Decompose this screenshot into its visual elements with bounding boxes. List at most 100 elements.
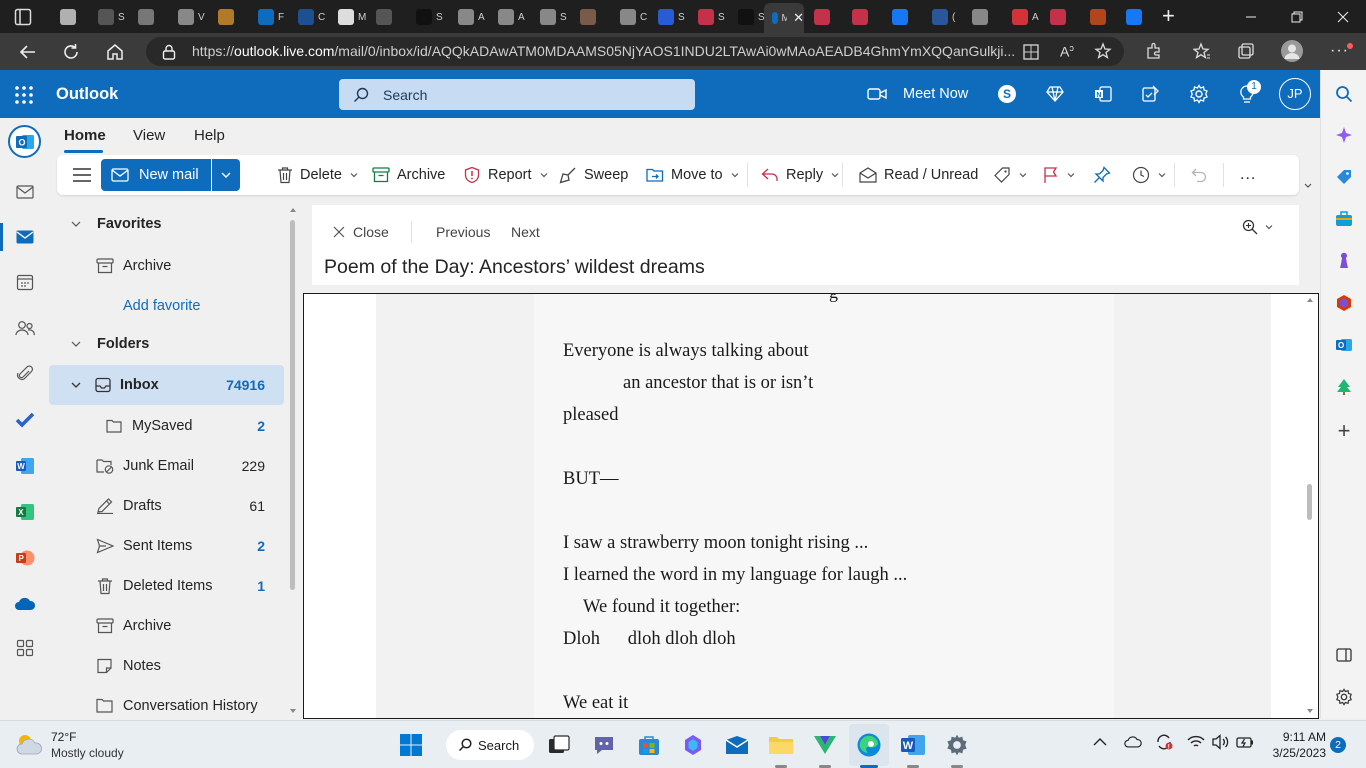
favorites-icon[interactable] <box>1193 42 1211 60</box>
browser-tab[interactable]: C <box>290 4 330 30</box>
new-mail-button[interactable]: New mail <box>101 159 211 191</box>
browser-tab[interactable]: A <box>490 4 530 30</box>
weather-temp[interactable]: 72°F <box>51 730 76 744</box>
mail-icon[interactable] <box>13 225 37 249</box>
tab-view[interactable]: View <box>133 127 165 144</box>
my-day-icon[interactable] <box>1141 85 1159 103</box>
close-window-icon[interactable] <box>1320 0 1366 33</box>
scroll-down-arrow[interactable] <box>289 708 297 714</box>
folder-sent-items[interactable]: Sent Items 2 <box>49 526 284 566</box>
browser-tab[interactable] <box>210 4 250 30</box>
outlook-app-icon[interactable]: O <box>8 125 41 158</box>
task-view-icon[interactable] <box>545 731 573 759</box>
app-available-icon[interactable] <box>1022 43 1040 61</box>
weather-cloud-icon[interactable] <box>14 731 44 757</box>
profile-avatar-icon[interactable] <box>1281 40 1303 62</box>
add-sidebar-app-icon[interactable]: + <box>1333 418 1355 443</box>
word-app-icon[interactable]: W <box>13 454 37 478</box>
hamburger-menu-icon[interactable] <box>73 167 91 183</box>
folder-scrollbar-thumb[interactable] <box>290 220 295 590</box>
start-windows-icon[interactable] <box>397 731 425 759</box>
browser-tab[interactable] <box>1118 4 1158 30</box>
collections-icon[interactable] <box>1237 42 1255 60</box>
copilot-sparkle-icon[interactable] <box>1333 124 1355 146</box>
sidebar-layout-icon[interactable] <box>1333 644 1355 666</box>
sync-alert-icon[interactable]: ! <box>1155 733 1173 751</box>
vpn-app-icon[interactable] <box>811 731 839 759</box>
tab-actions-icon[interactable] <box>14 8 32 26</box>
read-aloud-icon[interactable]: Aↄ <box>1060 43 1074 60</box>
restore-icon[interactable] <box>1274 0 1320 33</box>
browser-tab[interactable]: ( <box>924 4 964 30</box>
weather-desc[interactable]: Mostly cloudy <box>51 746 124 760</box>
browser-tab-active[interactable]: M ✕ <box>764 3 804 33</box>
refresh-icon[interactable] <box>56 37 86 67</box>
body-scrollbar-thumb[interactable] <box>1307 484 1312 520</box>
read-unread-button[interactable]: Read / Unread <box>859 155 978 195</box>
close-button[interactable]: Close <box>333 224 389 240</box>
browser-tab[interactable]: A <box>1004 4 1044 30</box>
report-button[interactable]: Report <box>463 155 549 195</box>
tab-home[interactable]: Home <box>64 127 106 144</box>
browser-tab[interactable] <box>806 4 846 30</box>
next-button[interactable]: Next <box>511 224 540 240</box>
close-tab-icon[interactable]: ✕ <box>793 10 804 26</box>
tab-help[interactable]: Help <box>194 127 225 144</box>
clock-time[interactable]: 9:11 AM <box>1264 730 1326 744</box>
word-taskbar-icon[interactable]: W <box>899 731 927 759</box>
extensions-icon[interactable] <box>1145 42 1163 60</box>
settings-taskbar-icon[interactable] <box>943 731 971 759</box>
meet-now-button[interactable]: Meet Now <box>903 86 968 102</box>
todo-check-icon[interactable] <box>13 408 37 432</box>
browser-tab[interactable] <box>1082 4 1122 30</box>
notification-badge[interactable]: 2 <box>1330 737 1346 753</box>
outlook-brand[interactable]: Outlook <box>56 85 118 104</box>
folder-notes[interactable]: Notes <box>49 646 284 686</box>
microsoft-365-icon[interactable] <box>1333 292 1355 314</box>
folders-header[interactable]: Folders <box>49 324 284 364</box>
browser-tab[interactable]: S <box>532 4 572 30</box>
app-launcher-icon[interactable] <box>15 86 33 104</box>
sidebar-settings-icon[interactable] <box>1333 686 1355 708</box>
skype-icon[interactable]: S <box>998 85 1016 103</box>
excel-app-icon[interactable]: X <box>13 500 37 524</box>
undo-button[interactable] <box>1191 155 1207 195</box>
folder-conversation-history[interactable]: Conversation History <box>49 686 284 718</box>
people-icon[interactable] <box>13 316 37 340</box>
sidebar-outlook-icon[interactable]: O <box>1333 334 1355 356</box>
show-hidden-icons[interactable] <box>1093 737 1107 747</box>
body-scroll-up-arrow[interactable] <box>1306 297 1314 303</box>
lock-icon[interactable] <box>162 44 176 60</box>
browser-tab[interactable]: S <box>650 4 690 30</box>
more-apps-icon[interactable] <box>13 636 37 660</box>
browser-tab[interactable] <box>964 4 1004 30</box>
onedrive-icon[interactable] <box>13 592 37 616</box>
browser-tab[interactable]: V <box>170 4 210 30</box>
url-field[interactable]: https://outlook.live.com/mail/0/inbox/id… <box>146 37 1124 66</box>
minimize-icon[interactable] <box>1228 0 1274 33</box>
new-mail-dropdown[interactable] <box>212 159 240 191</box>
mail-app-icon[interactable] <box>723 731 751 759</box>
wifi-icon[interactable] <box>1187 735 1205 749</box>
clock-date[interactable]: 3/25/2023 <box>1264 746 1326 760</box>
browser-tab[interactable] <box>1042 4 1082 30</box>
premium-diamond-icon[interactable] <box>1046 85 1064 103</box>
browser-tab[interactable]: S <box>90 4 130 30</box>
more-options-button[interactable]: ... <box>1240 155 1256 195</box>
taskbar-search[interactable]: Search <box>446 730 534 760</box>
folder-junk-email[interactable]: Junk Email 229 <box>49 446 284 486</box>
browser-tab[interactable]: S <box>408 4 448 30</box>
favorites-header[interactable]: Favorites <box>49 204 284 244</box>
browser-tab[interactable] <box>368 4 408 30</box>
browser-tab[interactable] <box>130 4 170 30</box>
flag-button[interactable] <box>1043 155 1076 195</box>
browser-tab[interactable] <box>844 4 884 30</box>
shopping-tag-icon[interactable] <box>1333 166 1355 188</box>
browser-tab[interactable]: S <box>690 4 730 30</box>
move-to-button[interactable]: Move to <box>646 155 740 195</box>
reply-button[interactable]: Reply <box>761 155 840 195</box>
scroll-up-arrow[interactable] <box>289 207 296 215</box>
powerpoint-app-icon[interactable]: P <box>13 546 37 570</box>
attachment-icon[interactable] <box>13 362 37 386</box>
browser-tab[interactable]: F <box>250 4 290 30</box>
